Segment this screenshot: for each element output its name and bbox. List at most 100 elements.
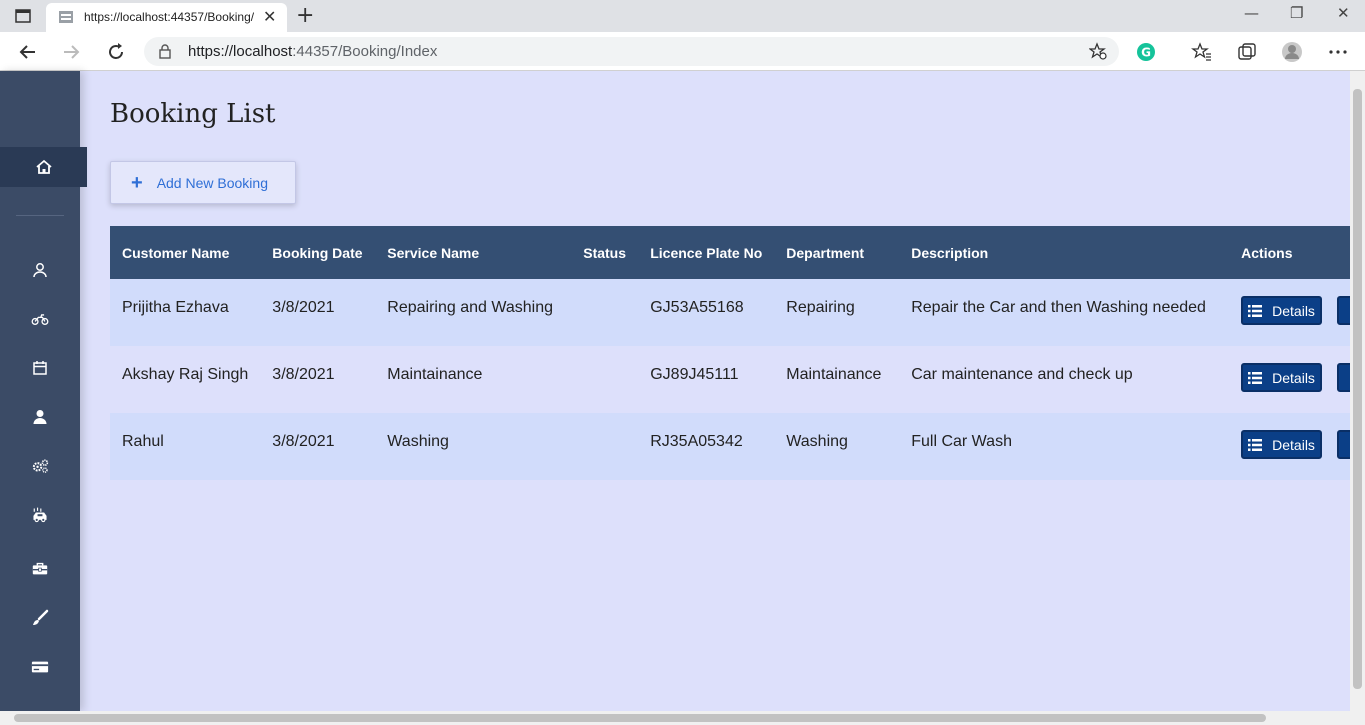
profile-avatar[interactable] — [1281, 41, 1303, 63]
collections-icon[interactable] — [1236, 41, 1258, 63]
sidebar-divider — [16, 215, 64, 216]
forward-icon[interactable] — [60, 41, 82, 63]
column-header-department[interactable]: Department — [774, 226, 899, 279]
cell-description: Car maintenance and check up — [911, 366, 1133, 383]
page-favicon — [59, 11, 73, 23]
calendar-icon — [33, 361, 47, 375]
details-button[interactable]: Details — [1241, 296, 1323, 325]
brush-icon — [33, 609, 49, 625]
table-row: Akshay Raj Singh 3/8/2021 Maintainance G… — [110, 346, 1350, 413]
more-options-icon[interactable] — [1327, 41, 1349, 63]
cell-description: Full Car Wash — [911, 433, 1012, 450]
browser-toolbar: https://localhost:44357/Booking/Index G — [0, 32, 1365, 71]
cell-booking-date: 3/8/2021 — [272, 433, 335, 450]
url-host: https://localhost — [188, 43, 293, 60]
tab-title: https://localhost:44357/Booking/ — [84, 10, 254, 24]
lock-icon[interactable] — [158, 43, 172, 59]
cell-department: Repairing — [786, 299, 855, 316]
sidebar — [0, 71, 87, 711]
details-button[interactable]: Details — [1241, 363, 1323, 392]
cell-booking-date: 3/8/2021 — [272, 299, 335, 316]
cell-customer-name: Rahul — [122, 433, 164, 450]
main-content: Booking List + Add New Booking Customer … — [80, 71, 1350, 711]
cell-booking-date: 3/8/2021 — [272, 366, 335, 383]
details-label: Details — [1272, 302, 1315, 319]
cell-customer-name: Akshay Raj Singh — [122, 366, 249, 383]
list-icon — [1248, 371, 1263, 384]
column-header-service-name[interactable]: Service Name — [375, 226, 571, 279]
close-window-button[interactable]: ✕ — [1337, 4, 1350, 22]
sidebar-item-home[interactable] — [0, 147, 87, 187]
page-title: Booking List — [110, 99, 276, 129]
add-new-booking-label: Add New Booking — [156, 174, 268, 191]
details-label: Details — [1272, 436, 1315, 453]
cell-status — [571, 279, 638, 346]
column-header-licence-plate[interactable]: Licence Plate No — [638, 226, 774, 279]
sidebar-item-customers[interactable] — [0, 397, 80, 437]
column-header-customer-name[interactable]: Customer Name — [110, 226, 260, 279]
list-icon — [1248, 438, 1263, 451]
gears-icon — [32, 459, 49, 473]
back-icon[interactable] — [17, 41, 39, 63]
minimize-button[interactable]: — — [1244, 4, 1259, 22]
user-icon — [33, 410, 47, 424]
horizontal-scroll-thumb[interactable] — [14, 714, 1266, 722]
edit-button[interactable] — [1337, 296, 1350, 325]
cell-status — [571, 413, 638, 480]
restore-button[interactable]: ❐ — [1290, 4, 1303, 22]
sidebar-item-payments[interactable] — [0, 647, 80, 687]
table-row: Prijitha Ezhava 3/8/2021 Repairing and W… — [110, 279, 1350, 346]
cell-actions: Details — [1229, 279, 1350, 346]
cell-licence-plate: GJ89J45111 — [650, 366, 739, 383]
grammarly-icon[interactable]: G — [1135, 41, 1157, 63]
cell-service-name: Repairing and Washing — [387, 299, 554, 316]
table-header-row: Customer Name Booking Date Service Name … — [110, 226, 1350, 279]
cell-actions: Details — [1229, 346, 1350, 413]
sidebar-item-washing[interactable] — [0, 495, 80, 535]
plus-icon: + — [131, 171, 143, 194]
home-icon — [35, 159, 52, 174]
cell-department: Maintainance — [786, 366, 882, 383]
booking-table: Customer Name Booking Date Service Name … — [110, 226, 1350, 480]
sidebar-item-services[interactable] — [0, 446, 80, 486]
sidebar-item-tools[interactable] — [0, 549, 80, 589]
horizontal-scrollbar[interactable] — [0, 711, 1365, 725]
window-menu-icon[interactable] — [14, 7, 32, 25]
cell-service-name: Maintainance — [387, 366, 483, 383]
tab-close-icon[interactable]: ✕ — [263, 7, 276, 26]
edit-button[interactable] — [1337, 363, 1350, 392]
browser-tab[interactable]: https://localhost:44357/Booking/ ✕ — [46, 3, 287, 32]
sidebar-item-vehicles[interactable] — [0, 299, 80, 339]
cell-status — [571, 346, 638, 413]
cell-licence-plate: GJ53A55168 — [650, 299, 744, 316]
motorcycle-icon — [31, 314, 49, 325]
url-text[interactable]: https://localhost:44357/Booking/Index — [188, 43, 437, 60]
cell-actions: Details — [1229, 413, 1350, 480]
column-header-description[interactable]: Description — [899, 226, 1229, 279]
list-icon — [1248, 304, 1263, 317]
details-label: Details — [1272, 369, 1315, 386]
toolbox-icon — [32, 562, 48, 575]
cell-department: Washing — [786, 433, 848, 450]
column-header-actions: Actions — [1241, 244, 1293, 261]
sidebar-item-profile[interactable] — [0, 250, 80, 290]
address-bar[interactable]: https://localhost:44357/Booking/Index — [144, 37, 1119, 66]
refresh-icon[interactable] — [105, 41, 127, 63]
details-button[interactable]: Details — [1241, 430, 1323, 459]
browser-tab-bar: https://localhost:44357/Booking/ ✕ + — ❐… — [0, 0, 1365, 32]
add-favorite-icon[interactable] — [1089, 42, 1107, 60]
vertical-scrollbar[interactable] — [1350, 71, 1365, 711]
cell-customer-name: Prijitha Ezhava — [122, 299, 229, 316]
favorites-icon[interactable] — [1191, 41, 1213, 63]
cell-licence-plate: RJ35A05342 — [650, 433, 743, 450]
vertical-scroll-thumb[interactable] — [1353, 89, 1362, 689]
sidebar-item-painting[interactable] — [0, 598, 80, 638]
new-tab-button[interactable]: + — [296, 3, 314, 28]
edit-button[interactable] — [1337, 430, 1350, 459]
sidebar-item-calendar[interactable] — [0, 348, 80, 388]
credit-card-icon — [31, 661, 49, 673]
add-new-booking-button[interactable]: + Add New Booking — [110, 161, 296, 204]
user-outline-icon — [33, 263, 47, 278]
column-header-booking-date[interactable]: Booking Date — [260, 226, 375, 279]
column-header-status[interactable]: Status — [571, 226, 638, 279]
